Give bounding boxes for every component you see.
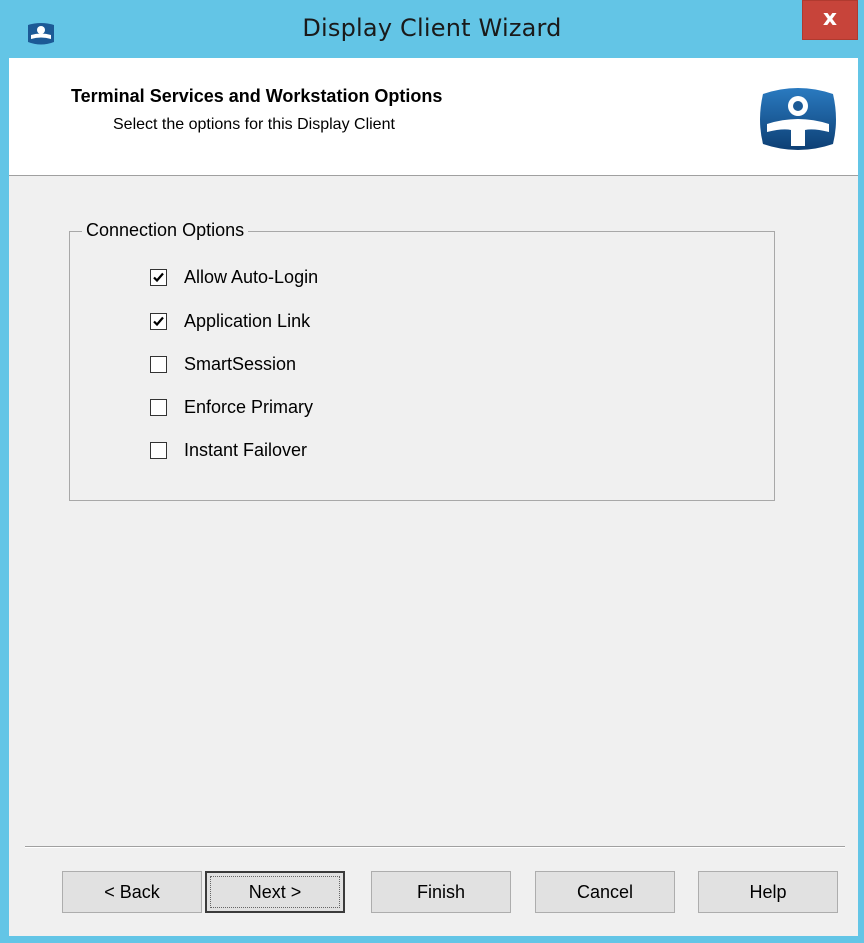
window-title: Display Client Wizard — [302, 14, 562, 42]
option-label: SmartSession — [184, 353, 297, 374]
option-label: Allow Auto-Login — [184, 266, 319, 287]
connection-options-group: Connection Options Allow Auto-Login Appl… — [69, 220, 775, 501]
enforce-primary-checkbox[interactable] — [150, 398, 167, 416]
next-button[interactable]: Next > — [205, 871, 345, 913]
instant-failover-checkbox[interactable] — [150, 441, 167, 459]
smartsession-option[interactable]: SmartSession — [150, 352, 296, 376]
option-label: Enforce Primary — [184, 396, 314, 417]
application-link-option[interactable]: Application Link — [150, 309, 310, 333]
back-button[interactable]: < Back — [62, 871, 202, 913]
focus-rectangle — [210, 876, 340, 908]
close-button[interactable]: x — [802, 0, 858, 40]
page-subtitle: Select the options for this Display Clie… — [113, 116, 395, 133]
application-link-checkbox[interactable] — [150, 312, 167, 330]
option-label: Instant Failover — [184, 439, 308, 460]
title-bar[interactable]: Display Client Wizard x — [0, 0, 864, 60]
wizard-window: Display Client Wizard x Terminal Service… — [0, 0, 864, 943]
wizard-header: Terminal Services and Workstation Option… — [9, 58, 858, 176]
checkmark-icon — [153, 316, 164, 326]
page-title: Terminal Services and Workstation Option… — [71, 86, 443, 106]
wizard-client-area: Terminal Services and Workstation Option… — [9, 58, 858, 936]
option-label: Application Link — [184, 310, 311, 331]
group-label: Connection Options — [82, 220, 249, 241]
help-button[interactable]: Help — [698, 871, 838, 913]
checkmark-icon — [153, 272, 164, 282]
smartsession-checkbox[interactable] — [150, 355, 167, 373]
allow-auto-login-option[interactable]: Allow Auto-Login — [150, 265, 318, 289]
enforce-primary-option[interactable]: Enforce Primary — [150, 395, 313, 419]
finish-button[interactable]: Finish — [371, 871, 511, 913]
footer-separator — [25, 846, 845, 848]
thinmanager-logo-icon — [760, 88, 836, 150]
allow-auto-login-checkbox[interactable] — [150, 268, 167, 286]
cancel-button[interactable]: Cancel — [535, 871, 675, 913]
instant-failover-option[interactable]: Instant Failover — [150, 438, 307, 462]
